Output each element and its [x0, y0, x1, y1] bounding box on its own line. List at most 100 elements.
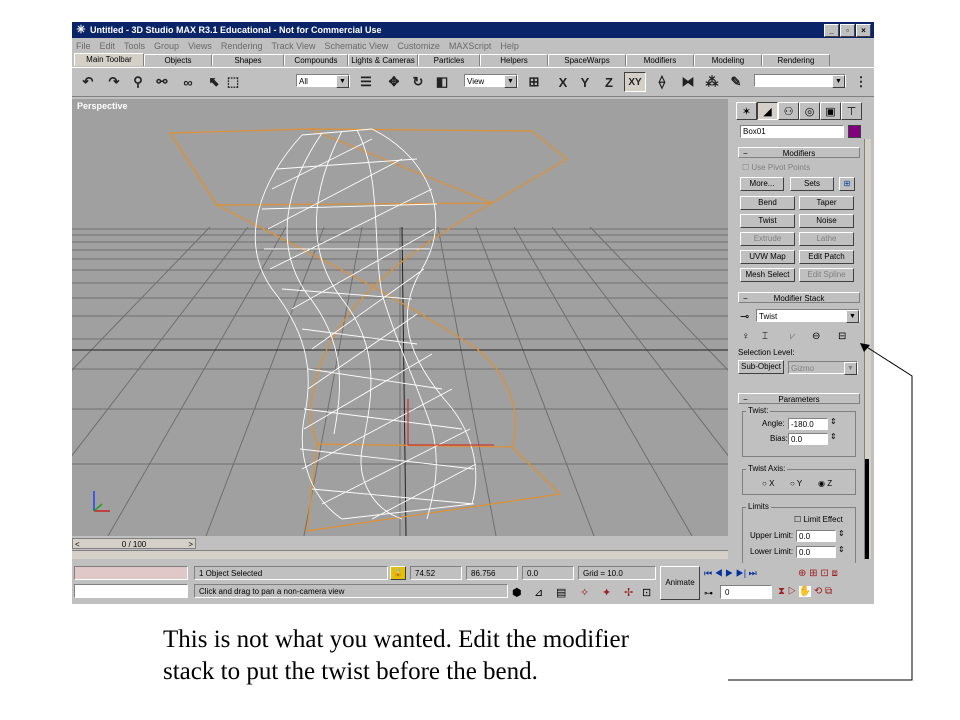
menu-tools[interactable]: Tools	[124, 41, 145, 51]
noise-button[interactable]: Noise	[799, 214, 854, 228]
move-icon[interactable]: ✥	[384, 72, 404, 92]
play-icon[interactable]: ▶	[725, 568, 733, 578]
time-configuration-icon[interactable]: ⧗	[778, 586, 785, 597]
close-button[interactable]: ×	[856, 23, 871, 37]
tab-modeling[interactable]: Modeling	[694, 54, 762, 66]
hierarchy-tab-icon[interactable]: ⚇	[778, 102, 799, 120]
array-icon[interactable]: ⁂	[702, 72, 722, 92]
menu-help[interactable]: Help	[500, 41, 519, 51]
track-bar[interactable]	[72, 550, 728, 559]
make-unique-icon[interactable]: ⩗	[790, 331, 796, 342]
menu-customize[interactable]: Customize	[397, 41, 440, 51]
material-editor-icon[interactable]: ✎	[726, 72, 746, 92]
restrict-x-button[interactable]: X	[554, 72, 572, 92]
field-of-view-icon[interactable]: ▷	[788, 586, 796, 597]
inverse-kinematics-icon[interactable]: ⟠	[652, 72, 672, 92]
window-crossing-icon[interactable]: ✢	[624, 586, 633, 599]
edit-patch-button[interactable]: Edit Patch	[799, 250, 854, 264]
go-to-start-icon[interactable]: ⏮	[704, 568, 712, 578]
lower-limit-spinner-icon[interactable]: ⇕	[838, 545, 845, 554]
show-end-result-icon[interactable]: ⌶	[762, 331, 768, 342]
next-frame-icon[interactable]: ▶|	[736, 568, 746, 578]
select-by-name-icon[interactable]: ☰	[356, 72, 376, 92]
redo-icon[interactable]: ↷	[104, 72, 124, 92]
slider-right-icon[interactable]: >	[188, 539, 193, 550]
object-name-field[interactable]: Box01	[740, 125, 844, 138]
zoom-extents-icon[interactable]: ⊡	[820, 568, 828, 579]
spinner-snap-icon[interactable]: ✧	[580, 586, 589, 599]
menu-maxscript[interactable]: MAXScript	[449, 41, 492, 51]
menu-rendering[interactable]: Rendering	[221, 41, 263, 51]
previous-frame-icon[interactable]: ◀	[715, 568, 723, 578]
menu-group[interactable]: Group	[154, 41, 179, 51]
twist-button[interactable]: Twist	[740, 214, 795, 228]
arc-rotate-icon[interactable]: ⟲	[814, 586, 822, 597]
axis-x-radio[interactable]: ○ X	[762, 479, 774, 488]
pin-stack-icon[interactable]: ⊸	[740, 310, 749, 323]
display-tab-icon[interactable]: ▣	[820, 102, 841, 120]
taper-button[interactable]: Taper	[799, 196, 854, 210]
toolbar-more-icon[interactable]: ⋮	[852, 72, 870, 92]
chevron-down-icon[interactable]: ▼	[504, 75, 517, 88]
create-tab-icon[interactable]: ✶	[736, 102, 757, 120]
menu-edit[interactable]: Edit	[100, 41, 116, 51]
scale-icon[interactable]: ◧	[432, 72, 452, 92]
bind-spacewarp-icon[interactable]: ∞	[178, 72, 198, 92]
key-mode-icon[interactable]: ⊶	[704, 588, 713, 599]
upper-limit-spinner-icon[interactable]: ⇕	[838, 529, 845, 538]
modifiers-rollout-header[interactable]: − Modifiers	[738, 147, 860, 158]
min-max-toggle-icon[interactable]: ⧉	[825, 586, 832, 597]
current-frame-field[interactable]: 0	[720, 585, 772, 599]
selection-filter-dropdown[interactable]: All ▼	[296, 74, 350, 88]
region-select-icon[interactable]: ⬚	[224, 72, 242, 92]
chevron-down-icon[interactable]: ▼	[832, 75, 845, 88]
chevron-down-icon[interactable]: ▼	[846, 310, 859, 323]
tab-shapes[interactable]: Shapes	[212, 54, 284, 66]
slider-left-icon[interactable]: <	[75, 539, 80, 550]
unlink-icon[interactable]: ⚯	[152, 72, 172, 92]
extrude-button[interactable]: Extrude	[740, 232, 795, 246]
parameters-rollout-header[interactable]: − Parameters	[738, 393, 860, 404]
menu-track-view[interactable]: Track View	[271, 41, 315, 51]
bend-button[interactable]: Bend	[740, 196, 795, 210]
viewport-label[interactable]: Perspective	[77, 101, 128, 111]
restrict-y-button[interactable]: Y	[576, 72, 594, 92]
zoom-all-icon[interactable]: ⊞	[809, 568, 817, 579]
command-panel-scroll-thumb[interactable]	[865, 459, 869, 559]
configure-sets-icon[interactable]: ⊞	[839, 177, 855, 191]
sets-button[interactable]: Sets	[790, 177, 834, 191]
tab-lights-cameras[interactable]: Lights & Cameras	[348, 54, 418, 66]
angle-input[interactable]: -180.0	[788, 418, 828, 430]
select-link-icon[interactable]: ⚲	[128, 72, 148, 92]
zoom-icon[interactable]: ⊕	[798, 568, 806, 579]
modifier-stack-dropdown[interactable]: Twist ▼	[756, 309, 860, 323]
max-script-listener[interactable]	[74, 566, 188, 580]
pivot-center-icon[interactable]: ⊞	[524, 72, 544, 92]
menu-views[interactable]: Views	[188, 41, 212, 51]
rotate-icon[interactable]: ↻	[408, 72, 428, 92]
tab-helpers[interactable]: Helpers	[480, 54, 548, 66]
tab-rendering[interactable]: Rendering	[762, 54, 830, 66]
go-to-end-icon[interactable]: ⏭	[749, 568, 757, 578]
uvw-map-button[interactable]: UVW Map	[740, 250, 795, 264]
named-selection-dropdown[interactable]: ▼	[754, 74, 846, 88]
lower-limit-input[interactable]: 0.0	[796, 546, 836, 558]
bias-input[interactable]: 0.0	[788, 433, 828, 445]
snap-toggle-icon[interactable]: ⬢	[512, 586, 522, 599]
remove-modifier-icon[interactable]: ⊖	[812, 331, 820, 342]
tab-particles[interactable]: Particles	[418, 54, 480, 66]
limit-effect-checkbox[interactable]: ☐ Limit Effect	[794, 515, 843, 524]
animate-button[interactable]: Animate	[660, 566, 700, 600]
edit-stack-icon[interactable]: ⊟	[838, 331, 846, 342]
tab-main-toolbar[interactable]: Main Toolbar	[74, 53, 144, 66]
lock-selection-icon[interactable]: 🔒	[390, 566, 406, 580]
active-inactive-toggle-icon[interactable]: ♀	[742, 331, 750, 342]
pan-icon[interactable]: ✋	[798, 586, 812, 597]
angle-snap-icon[interactable]: ⊿	[534, 586, 543, 599]
select-object-icon[interactable]: ⬉	[204, 72, 224, 92]
modifier-stack-rollout-header[interactable]: − Modifier Stack	[738, 292, 860, 303]
bias-spinner-icon[interactable]: ⇕	[830, 432, 837, 441]
zoom-extents-all-icon[interactable]: ⧈	[832, 568, 838, 579]
sub-object-level-dropdown[interactable]: Gizmo ▼	[788, 361, 858, 375]
maximize-button[interactable]: ▫	[840, 23, 855, 37]
